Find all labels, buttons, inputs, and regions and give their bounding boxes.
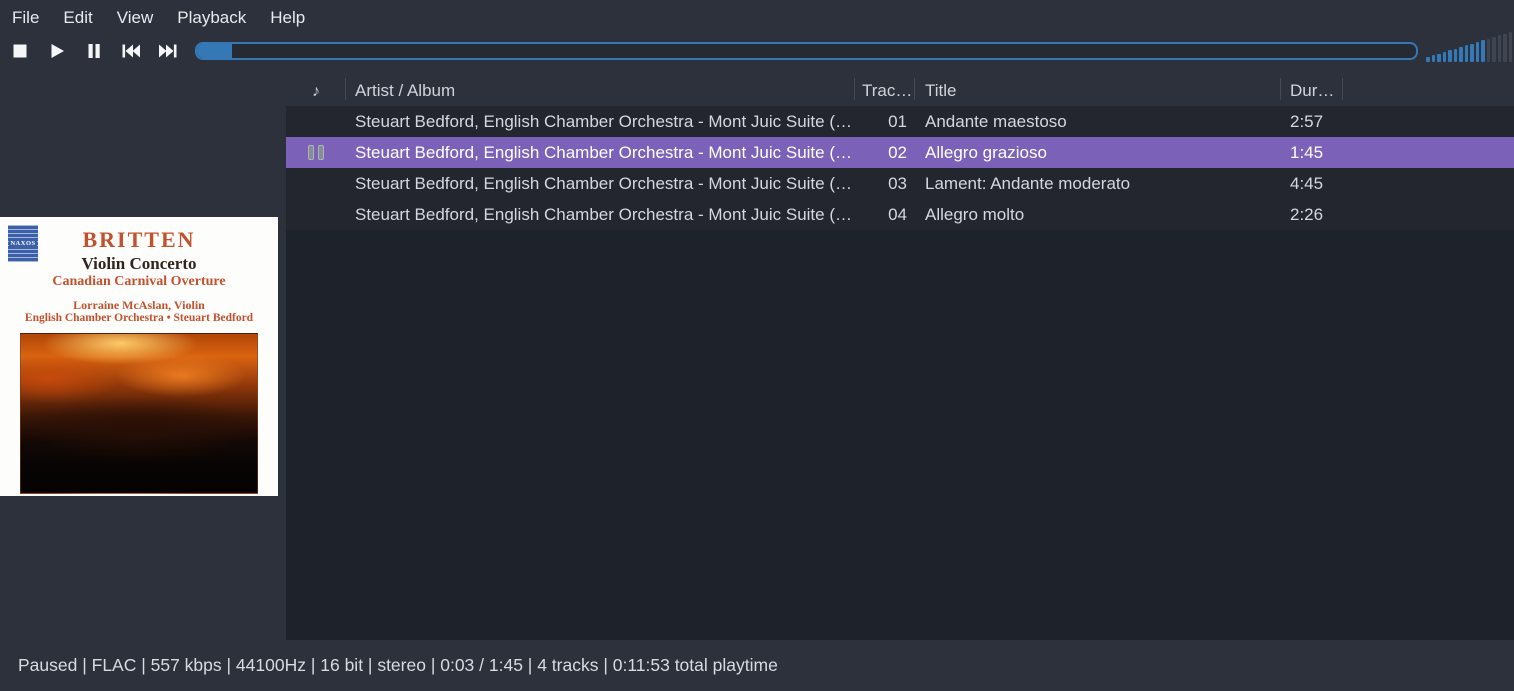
seek-bar-fill [197, 44, 232, 58]
previous-button[interactable] [112, 35, 149, 66]
volume-bar-segment [1503, 34, 1507, 62]
track-duration: 1:45 [1281, 143, 1343, 163]
volume-bar-segment [1432, 55, 1436, 62]
volume-bar-segment [1487, 39, 1491, 62]
volume-bar-segment [1426, 57, 1430, 62]
track-state-cell [286, 145, 346, 160]
pause-icon [85, 42, 103, 60]
menu-item-playback[interactable]: Playback [165, 0, 258, 35]
track-row[interactable]: Steuart Bedford, English Chamber Orchest… [286, 106, 1514, 137]
volume-bar-segment [1454, 49, 1458, 62]
playback-toolbar [0, 35, 1514, 66]
column-header-artist-album[interactable]: Artist / Album [346, 75, 855, 106]
volume-bar-segment [1443, 52, 1447, 62]
menu-item-edit[interactable]: Edit [51, 0, 104, 35]
album-cover-photo [20, 333, 258, 494]
track-duration: 2:26 [1281, 205, 1343, 225]
play-button[interactable] [38, 35, 75, 66]
album-orchestra: English Chamber Orchestra • Steuart Bedf… [0, 312, 278, 326]
track-number: 04 [855, 205, 915, 225]
album-subtitle: Canadian Carnival Overture [0, 274, 278, 289]
album-art-panel: NAXOS BRITTEN Violin Concerto Canadian C… [0, 66, 286, 640]
menu-bar: FileEditViewPlaybackHelp [0, 0, 1514, 35]
volume-bar-segment [1465, 45, 1469, 62]
track-title: Allegro grazioso [915, 143, 1281, 163]
volume-bar-segment [1459, 47, 1463, 62]
menu-item-help[interactable]: Help [258, 0, 317, 35]
volume-bar-segment [1481, 40, 1485, 62]
album-performer: Lorraine McAslan, Violin [0, 298, 278, 312]
volume-bar-segment [1509, 32, 1513, 62]
pause-icon [286, 145, 346, 160]
track-title: Andante maestoso [915, 112, 1281, 132]
track-artist-album: Steuart Bedford, English Chamber Orchest… [346, 174, 855, 194]
album-title: Violin Concerto [0, 254, 278, 274]
stop-icon [11, 42, 29, 60]
column-header-filler [1343, 75, 1514, 106]
track-number: 01 [855, 112, 915, 132]
track-number: 03 [855, 174, 915, 194]
track-title: Lament: Andante moderato [915, 174, 1281, 194]
track-artist-album: Steuart Bedford, English Chamber Orchest… [346, 112, 855, 132]
track-row[interactable]: Steuart Bedford, English Chamber Orchest… [286, 168, 1514, 199]
column-header-duration[interactable]: Dur… [1281, 75, 1343, 106]
album-composer: BRITTEN [0, 229, 278, 251]
menu-item-file[interactable]: File [0, 0, 51, 35]
track-number: 02 [855, 143, 915, 163]
track-row[interactable]: Steuart Bedford, English Chamber Orchest… [286, 199, 1514, 230]
track-title: Allegro molto [915, 205, 1281, 225]
next-button[interactable] [149, 35, 186, 66]
track-duration: 4:45 [1281, 174, 1343, 194]
volume-bar-segment [1476, 42, 1480, 62]
album-art: NAXOS BRITTEN Violin Concerto Canadian C… [0, 217, 278, 496]
volume-bar-segment [1470, 44, 1474, 62]
skip-previous-icon [121, 42, 141, 60]
track-artist-album: Steuart Bedford, English Chamber Orchest… [346, 205, 855, 225]
volume-bar-segment [1448, 50, 1452, 62]
music-player-window: FileEditViewPlaybackHelp NAXOS BRITTEN [0, 0, 1514, 691]
skip-next-icon [158, 42, 178, 60]
volume-bar-segment [1498, 35, 1502, 62]
volume-bar-segment [1437, 54, 1441, 62]
track-list: Steuart Bedford, English Chamber Orchest… [286, 106, 1514, 230]
column-header-title[interactable]: Title [915, 75, 1281, 106]
status-bar: Paused | FLAC | 557 kbps | 44100Hz | 16 … [0, 640, 1514, 691]
menu-item-view[interactable]: View [105, 0, 166, 35]
pause-button[interactable] [75, 35, 112, 66]
main-area: NAXOS BRITTEN Violin Concerto Canadian C… [0, 66, 1514, 640]
track-duration: 2:57 [1281, 112, 1343, 132]
music-note-icon: ♪ [312, 83, 320, 100]
track-artist-album: Steuart Bedford, English Chamber Orchest… [346, 143, 855, 163]
seek-bar[interactable] [195, 42, 1418, 60]
playlist-header: ♪ Artist / Album Trac… Title Dur… [286, 66, 1514, 106]
status-text: Paused | FLAC | 557 kbps | 44100Hz | 16 … [18, 655, 778, 676]
column-header-track[interactable]: Trac… [855, 75, 915, 106]
play-icon [48, 42, 66, 60]
volume-bar-segment [1492, 37, 1496, 62]
column-header-playing-icon[interactable]: ♪ [286, 75, 346, 106]
stop-button[interactable] [1, 35, 38, 66]
playlist: ♪ Artist / Album Trac… Title Dur… Steuar… [286, 66, 1514, 640]
volume-bar[interactable] [1426, 35, 1514, 66]
track-row[interactable]: Steuart Bedford, English Chamber Orchest… [286, 137, 1514, 168]
playlist-empty-area[interactable] [286, 230, 1514, 640]
naxos-logo: NAXOS [8, 225, 38, 262]
